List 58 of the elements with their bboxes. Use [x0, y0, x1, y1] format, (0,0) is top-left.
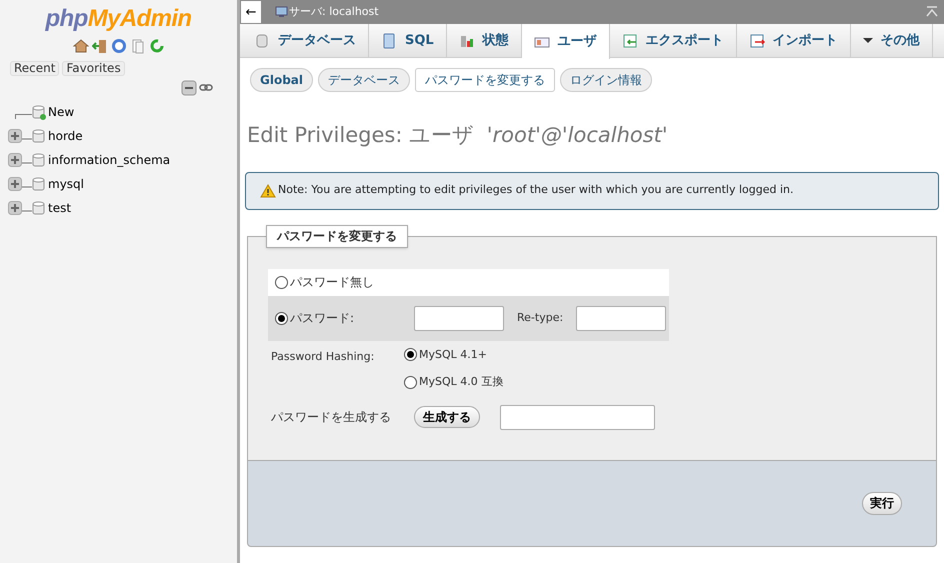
breadcrumb[interactable]: サーバ: localhost: [289, 4, 379, 20]
database-item[interactable]: mysql: [48, 175, 84, 193]
radio-button[interactable]: [275, 312, 288, 324]
menu-tab[interactable]: SQL: [369, 24, 447, 57]
retype-field[interactable]: [576, 306, 666, 330]
radio-label: パスワード無し: [290, 274, 375, 291]
generate-label: パスワードを生成する: [271, 409, 392, 426]
collapse-icon[interactable]: [181, 80, 197, 96]
expand-icon[interactable]: [8, 129, 32, 143]
submit-button[interactable]: 実行: [862, 492, 902, 514]
expand-icon[interactable]: [8, 153, 32, 167]
warning-icon: [260, 184, 276, 198]
generated-password-field[interactable]: [500, 404, 655, 430]
panel-tab[interactable]: Favorites: [62, 61, 125, 76]
password-field[interactable]: [414, 306, 504, 330]
hashing-label: Password Hashing:: [271, 348, 376, 364]
expand-icon[interactable]: [8, 177, 32, 191]
radio-button[interactable]: [275, 276, 288, 288]
menu-tab[interactable]: データベース: [242, 24, 369, 57]
page-heading: Edit Privileges: ユーザ 'root'@'localhost': [247, 122, 669, 149]
sub-tab[interactable]: Global: [250, 68, 314, 92]
home-icon[interactable]: [72, 38, 88, 54]
database-icon: [254, 32, 270, 48]
database-add-icon: [32, 104, 46, 120]
retype-label: Re-type:: [517, 310, 564, 326]
generate-button[interactable]: 生成する: [414, 406, 480, 428]
document-icon: [381, 32, 397, 48]
expand-icon[interactable]: [8, 201, 32, 215]
menu-tab[interactable]: エクスポート: [610, 24, 737, 57]
logo: phpMyAdmin: [46, 4, 192, 34]
caret-icon: [862, 38, 873, 43]
server-icon: [275, 5, 289, 19]
sub-tab[interactable]: ログイン情報: [560, 68, 652, 92]
tree-connector: [15, 114, 32, 119]
radio-button[interactable]: [404, 348, 417, 362]
menu-tab[interactable]: ユーザ: [522, 24, 610, 59]
database-item[interactable]: horde: [48, 127, 83, 145]
panel-tab[interactable]: Recent: [10, 61, 60, 76]
back-button[interactable]: ←: [241, 1, 261, 23]
radio-label: パスワード:: [290, 310, 356, 327]
radio-label: MySQL 4.0 互換: [419, 374, 504, 390]
notice-text: Note: You are attempting to edit privileges of the user with which you are currently logged in.: [278, 182, 794, 198]
radio-label: MySQL 4.1+: [419, 346, 487, 362]
database-icon: [32, 176, 46, 192]
sub-tab[interactable]: パスワードを変更する: [415, 68, 556, 92]
database-icon: [32, 128, 46, 144]
sub-tab[interactable]: データベース: [318, 68, 410, 92]
fieldset-legend: パスワードを変更する: [266, 224, 408, 248]
database-item[interactable]: New: [48, 103, 74, 121]
database-icon: [32, 152, 46, 168]
menu-tab[interactable]: インポート: [736, 24, 851, 57]
database-item[interactable]: test: [48, 199, 72, 217]
menu-tab[interactable]: その他: [850, 24, 933, 57]
reload-icon[interactable]: [148, 38, 164, 54]
database-item[interactable]: information_schema: [48, 151, 170, 169]
radio-button[interactable]: [404, 376, 417, 389]
database-icon: [32, 200, 46, 216]
exit-door-icon[interactable]: [92, 38, 108, 54]
